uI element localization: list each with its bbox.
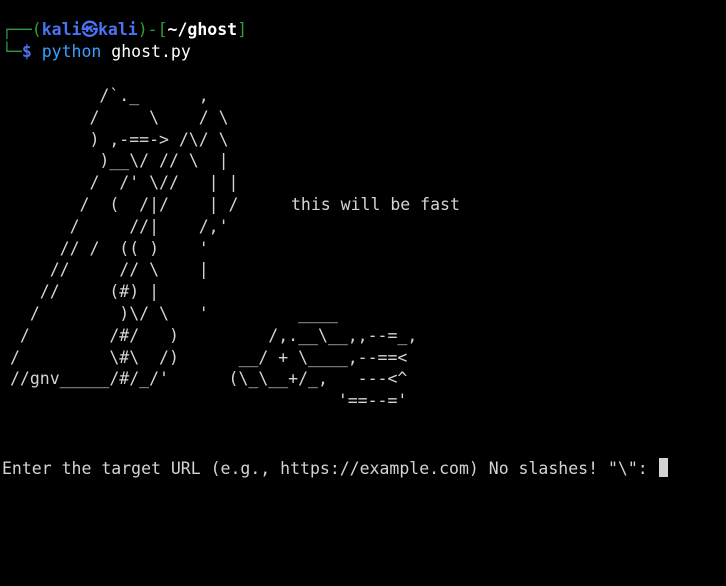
prompt-frame-mid: )-[: [137, 20, 168, 39]
terminal-window[interactable]: ┌──(kali㉿kali)-[~/ghost] └─$ python ghos…: [0, 0, 726, 586]
prompt-frame-right: ]: [237, 20, 248, 39]
prompt-frame-bottom: └─: [2, 42, 22, 61]
prompt-user-host: kali㉿kali: [41, 20, 138, 39]
command-argument: ghost.py: [111, 42, 191, 61]
executed-command: python: [41, 42, 102, 61]
prompt-frame-left: ┌──(: [2, 20, 42, 39]
shell-prompt-header: ┌──(kali㉿kali)-[~/ghost]: [2, 19, 247, 41]
url-input-line[interactable]: Enter the target URL (e.g., https://exam…: [2, 458, 668, 480]
banner-caption: this will be fast: [291, 195, 460, 214]
text-cursor[interactable]: [658, 458, 668, 477]
prompt-dollar-sign: $: [21, 42, 32, 61]
ghost-ascii-art: /`._ , / \ / \ ) ,-==-> /\/ \ )__\/ // \…: [10, 86, 418, 411]
url-input-prompt: Enter the target URL (e.g., https://exam…: [2, 459, 658, 478]
shell-command-line: └─$ python ghost.py: [2, 41, 191, 63]
prompt-current-directory: ~/ghost: [167, 20, 238, 39]
